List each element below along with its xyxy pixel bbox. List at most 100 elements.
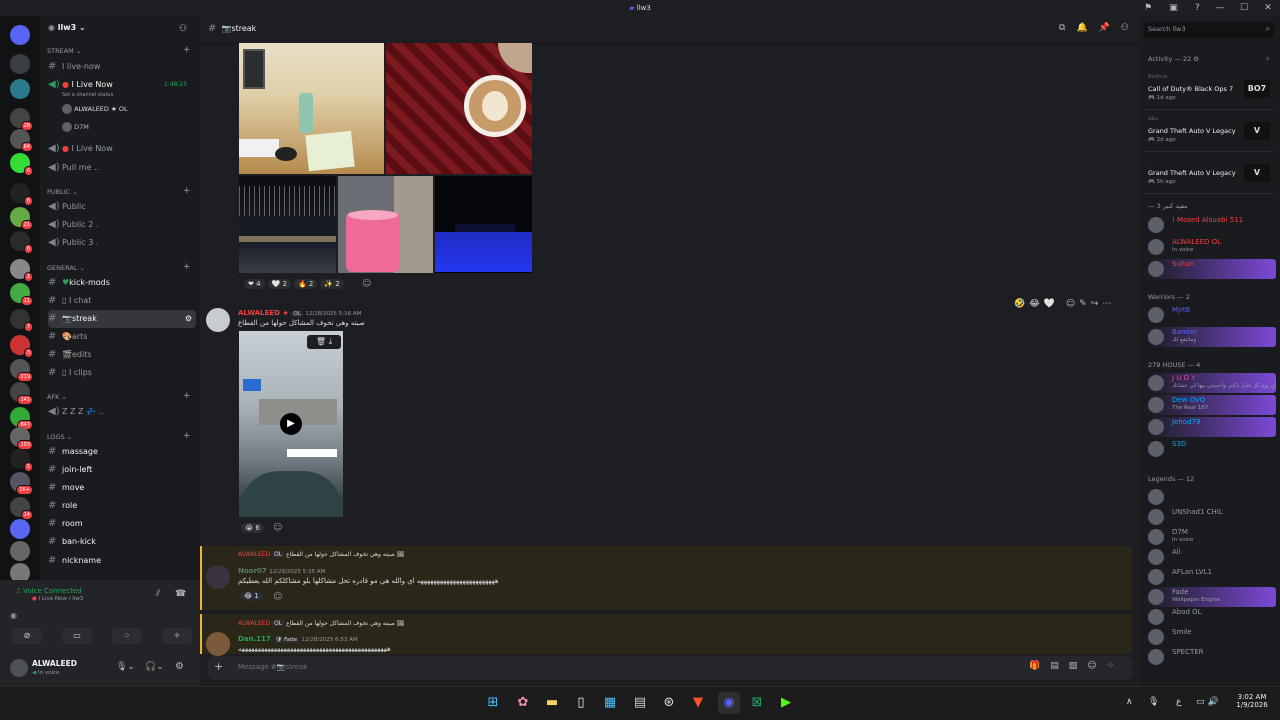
minimize-button[interactable]: — <box>1208 0 1232 16</box>
edit-icon[interactable]: ✎ <box>1079 299 1091 309</box>
reaction[interactable]: 🔥 2 <box>293 279 318 289</box>
flag-icon[interactable]: ⚑ <box>1144 3 1152 13</box>
channel-edits[interactable]: # 🎬edits <box>48 346 196 364</box>
member-item[interactable]: S3D <box>1146 439 1276 459</box>
add-reaction-icon[interactable]: ☺ <box>273 523 282 533</box>
server-icon[interactable] <box>10 79 30 99</box>
category-afk[interactable]: AFK ⌄ <box>47 393 67 401</box>
chevron-right-icon[interactable]: › <box>1266 54 1269 63</box>
store-icon[interactable]: ▦ <box>599 692 621 714</box>
server-icon[interactable]: 28 <box>10 108 33 131</box>
member-item[interactable]: ALWALEED OL In voice <box>1146 237 1276 257</box>
member-item[interactable]: J U D Y أي يوم كل قليل دكتي وأحبيتني يبها… <box>1146 373 1276 393</box>
voice-user-alwaleed[interactable]: ALWALEED ★ OL <box>62 104 128 114</box>
channel-nickname[interactable]: # nickname <box>48 552 196 570</box>
voice-channel-public[interactable]: ◀) Public <box>48 198 196 216</box>
member-item[interactable]: Abod OL <box>1146 607 1276 627</box>
user-name[interactable]: ALWALEED <box>32 659 77 668</box>
reply-icon[interactable]: ↪ <box>1091 299 1103 309</box>
avatar[interactable] <box>206 565 230 589</box>
screen-share-icon[interactable]: ▭ <box>62 628 92 644</box>
tray-chevron-icon[interactable]: ∧ <box>1126 697 1133 707</box>
channel-chat[interactable]: # ▯ I chat <box>48 292 196 310</box>
video-off-icon[interactable]: ⊘ <box>12 628 42 644</box>
server-icon[interactable]: 21 <box>10 207 33 230</box>
voice-channel-live-now-2[interactable]: ◀) ● I Live Now <box>48 140 196 158</box>
reply-reference[interactable]: ALWALEED OL صيته وهي تخوف المشاكل حولها … <box>238 620 404 627</box>
excel-icon[interactable]: ⊠ <box>746 692 768 714</box>
category-general[interactable]: GENERAL ⌄ <box>47 264 85 272</box>
server-icon[interactable]: 145 <box>10 382 33 405</box>
mic-tray-icon[interactable]: 🎙 <box>1148 697 1159 707</box>
server-icon[interactable] <box>10 541 30 561</box>
photo-coffee[interactable] <box>386 43 532 174</box>
pin-icon[interactable]: 📌 <box>1099 23 1121 33</box>
member-item[interactable]: AFLan LVL1 <box>1146 567 1276 587</box>
server-icon[interactable]: 7 <box>10 309 33 332</box>
calculator-icon[interactable]: ▤ <box>629 692 651 714</box>
photo-pink-drink[interactable] <box>338 176 433 273</box>
clock[interactable]: 3:02 AM 1/9/2026 <box>1232 693 1272 709</box>
mic-icon[interactable]: 🎙⌄ <box>116 662 135 672</box>
message-author[interactable]: Dan.117 <box>238 635 271 643</box>
bell-icon[interactable]: 🔔 <box>1076 23 1098 33</box>
voice-channel-pull[interactable]: ◀) Pull me .. <box>48 159 196 177</box>
system-tray[interactable]: ▭🔊 <box>1196 697 1222 707</box>
upload-icon[interactable]: + <box>214 660 223 673</box>
member-item[interactable]: Mjrt6 <box>1146 305 1276 325</box>
member-item[interactable]: Fade Wallpaper Engine <box>1146 587 1276 607</box>
server-icon[interactable]: 14 <box>10 497 33 520</box>
disconnect-icon[interactable]: ☎ <box>175 589 186 599</box>
user-settings-icon[interactable]: ⚙ <box>175 661 184 672</box>
brave-icon[interactable]: ▼ <box>687 692 709 714</box>
channel-join-left[interactable]: # join-left <box>48 461 196 479</box>
heart-react-icon[interactable]: 🤍 <box>1044 299 1059 309</box>
members-icon[interactable]: ⚇ <box>1121 23 1140 33</box>
emoji-react-icon[interactable]: 🤣 <box>1014 299 1029 309</box>
clan-tag[interactable]: OL <box>291 311 303 317</box>
play-button[interactable]: ▶ <box>280 413 302 435</box>
volume-icon[interactable]: 🔊 <box>1208 697 1222 707</box>
reaction[interactable]: 😭 6 <box>241 523 264 533</box>
server-icon[interactable]: 3 <box>10 335 33 358</box>
discord-icon[interactable]: ◉ <box>718 692 740 714</box>
add-channel-icon[interactable]: + <box>183 45 191 55</box>
server-icon[interactable]: 11 <box>10 283 33 306</box>
inbox-icon[interactable]: ▣ <box>1169 3 1178 13</box>
add-channel-icon[interactable]: + <box>183 262 191 272</box>
server-icon[interactable]: 219 <box>10 359 33 382</box>
add-channel-icon[interactable]: + <box>183 391 191 401</box>
threads-icon[interactable]: ⧉ <box>1059 23 1076 33</box>
copilot-icon[interactable]: ✿ <box>512 692 534 714</box>
channel-massage[interactable]: # massage <box>48 443 196 461</box>
server-icon[interactable]: 6 <box>10 183 33 206</box>
network-icon[interactable]: ▭ <box>1196 697 1208 707</box>
server-icon[interactable]: 6 <box>10 153 33 176</box>
gif-icon[interactable]: ▤ <box>1050 661 1069 671</box>
avatar[interactable] <box>206 308 230 332</box>
search-input[interactable]: Search llw3 ⌕ <box>1144 22 1274 38</box>
server-icon[interactable]: 64 <box>10 129 33 152</box>
file-explorer-icon[interactable]: ▬ <box>541 692 563 714</box>
add-reaction-icon[interactable]: ☺ <box>1066 299 1079 309</box>
server-icon[interactable]: 1 <box>10 259 33 282</box>
maximize-button[interactable]: ☐ <box>1232 0 1256 16</box>
photo-lights[interactable] <box>239 176 336 273</box>
voice-status[interactable]: ⎍ Voice Connected <box>16 587 82 596</box>
server-icon[interactable]: 103 <box>10 427 33 450</box>
steam-icon[interactable]: ⊛ <box>658 692 680 714</box>
channel-clips[interactable]: # ▯ I clips <box>48 364 196 382</box>
member-item[interactable]: ! Mosed Alsuabi 511 <box>1146 215 1276 235</box>
server-icon[interactable]: 1K+ <box>10 472 33 495</box>
member-item[interactable]: Smile <box>1146 627 1276 647</box>
channel-status[interactable]: Set a channel status <box>62 92 113 98</box>
emoji-react-icon[interactable]: 😂 <box>1029 299 1044 309</box>
message-input[interactable]: Message #📷streak <box>238 663 307 671</box>
member-item[interactable]: Ali <box>1146 547 1276 567</box>
category-stream[interactable]: Stream ⌄ <box>47 47 81 55</box>
user-avatar[interactable] <box>10 659 28 677</box>
photo-pool[interactable] <box>435 176 532 273</box>
member-item[interactable]: Dew OVO The Real 187 <box>1146 395 1276 415</box>
reply-reference[interactable]: ALWALEED OL صيته وهي تخوف المشاكل حولها … <box>238 551 404 558</box>
close-button[interactable]: ✕ <box>1256 0 1280 16</box>
